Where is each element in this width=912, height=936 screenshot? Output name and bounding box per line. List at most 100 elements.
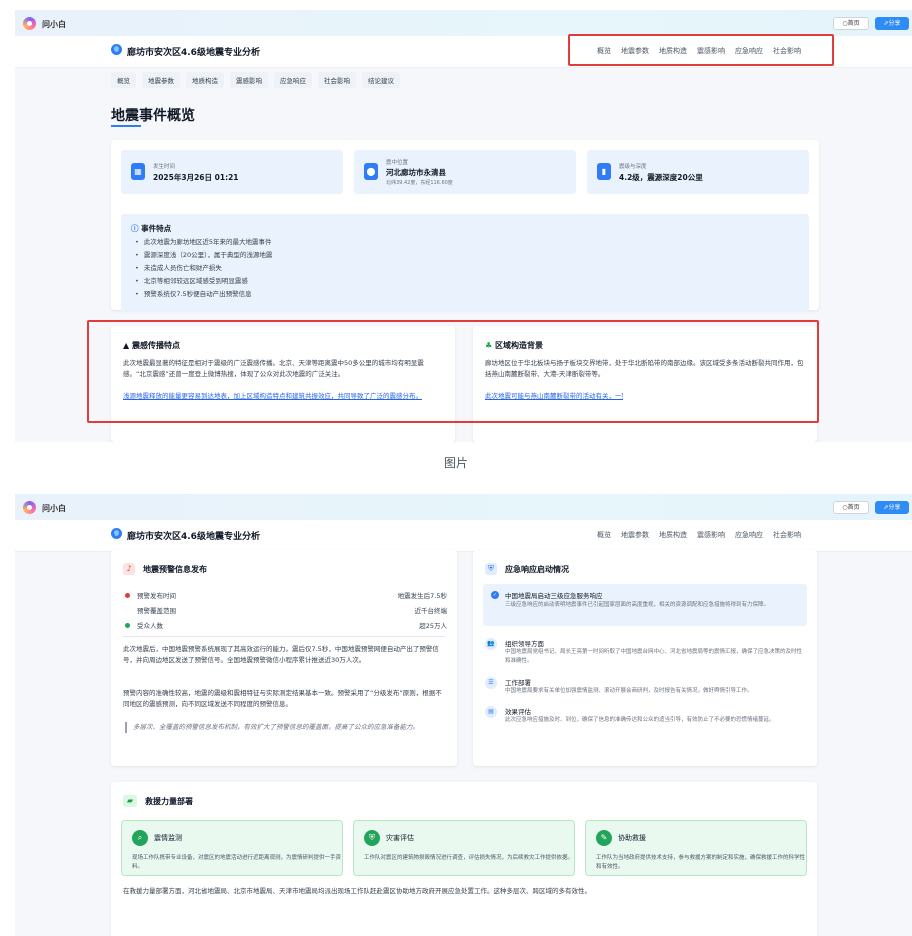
red-dot-icon [125, 593, 130, 598]
warning-para-2: 预警内容的准确性较高，地震的震级和震相特征与实际测定结果基本一致。预警采用了“分… [123, 689, 442, 708]
warning-quote: 多层次、全覆盖的预警信息发布机制，有效扩大了预警信息的覆盖面，提高了公众的应急准… [125, 722, 443, 733]
features-list: 此次地震为廊坊地区近5年来的最大地震事件 震源深度浅（20公里），属于典型的浅源… [135, 236, 273, 301]
highlight-annotation-nav [568, 34, 834, 66]
rescue-card-title: 协助救援 [618, 834, 646, 842]
subtab-social[interactable]: 社会影响 [318, 72, 356, 88]
item-text: 中国地震局党组书记、局长王亮第一时间听取了中国地震台网中心、河北省地震局等的震情… [505, 649, 803, 664]
map-pin-icon: ⬤ [364, 163, 378, 180]
row-value: 近千台终端 [414, 607, 448, 615]
app-name: 问小白 [42, 20, 66, 29]
rescue-card-title: 震情监测 [154, 834, 182, 842]
row-key: 预警发布时间 [137, 592, 176, 600]
warning-title: 地震预警信息发布 [143, 565, 207, 574]
rescue-card-assist: ✎ 协助救援 工作队为当地政府提供技术支持，参与救援方案的制定和实施，确保救援工… [585, 820, 807, 876]
subtab-geology[interactable]: 地质构造 [186, 72, 224, 88]
heading-underline [111, 125, 141, 127]
bell-icon: ♪ [123, 563, 135, 575]
stat-value: 2025年3月26日 01:21 [153, 173, 239, 182]
subtab-overview[interactable]: 概览 [111, 72, 136, 88]
rescue-card-monitoring: ⌕ 震情监测 现场工作队携带专业设备，对震区的地震活动进行近距离观测，为震情研判… [121, 820, 343, 876]
home-button[interactable]: ○首页 [833, 501, 869, 514]
subtab-parameters[interactable]: 地震参数 [142, 72, 180, 88]
rescue-title: 救援力量部署 [145, 797, 193, 806]
features-box: ⓘ 事件特点 此次地震为廊坊地区近5年来的最大地震事件 震源深度浅（20公里），… [121, 214, 809, 312]
subtab-impact[interactable]: 震感影响 [230, 72, 268, 88]
feature-item: 震源深度浅（20公里），属于典型的浅源地震 [135, 249, 273, 262]
emergency-highlight: ✓ 中国地震局启动三级应急服务响应 三级应急响应的启动表明地震事件已引起国家层面… [483, 584, 807, 626]
feature-item: 此次地震为廊坊地区近5年来的最大地震事件 [135, 236, 272, 249]
report-title: 廊坊市安次区4.6级地震专业分析 [127, 532, 260, 542]
subtab-conclusion[interactable]: 结论建议 [362, 72, 400, 88]
item-title: 工作部署 [505, 679, 531, 687]
rescue-card-text: 工作队为当地政府提供技术支持，参与救援方案的制定和实施，确保救援工作的科学性和有… [596, 855, 806, 870]
response-item-leadership: 👥 组织领导方面 中国地震局党组书记、局长王亮第一时间听取了中国地震台网中心、河… [485, 638, 809, 668]
nav-overview[interactable]: 概览 [597, 530, 611, 540]
row-key: 受众人数 [137, 622, 163, 630]
warning-para-1: 此次地震后，中国地震预警系统展现了其高效运行的能力。震后仅7.5秒，中国地震预警… [123, 645, 439, 664]
divider [123, 636, 445, 637]
share-button[interactable]: ⇗分享 [875, 17, 909, 30]
green-dot-icon [125, 623, 130, 628]
stat-value: 4.2级，震源深度20公里 [619, 173, 703, 182]
stat-coordinates: 北纬39.42度，东经116.60度 [386, 180, 453, 186]
top-nav: 概览 地震参数 地质构造 震感影响 应急响应 社会影响 [597, 530, 801, 540]
stat-label: 震中位置 [386, 160, 409, 166]
row-key: 预警覆盖范围 [137, 607, 176, 615]
report-header: 廊坊市安次区4.6级地震专业分析 概览 地震参数 地质构造 震感影响 应急响应 … [15, 520, 912, 552]
response-item-deployment: ☰ 工作部署 中国地震局要求有关单位加强震情监测、滚动开展会商研判，及时报告有关… [485, 677, 809, 699]
stat-location: ⬤ 震中位置 河北廊坊市永清县 北纬39.42度，东经116.60度 [354, 150, 576, 194]
warning-row-coverage: 预警覆盖范围 近千台终端 [125, 605, 447, 617]
nav-response[interactable]: 应急响应 [735, 530, 763, 540]
overview-card: ▦ 发生时间 2025年3月26日 01:21 ⬤ 震中位置 河北廊坊市永清县 … [111, 140, 819, 312]
emergency-card: ⛨ 应急响应启动情况 ✓ 中国地震局启动三级应急服务响应 三级应急响应的启动表明… [473, 550, 817, 766]
section-heading: 地震事件概览 [111, 108, 195, 124]
home-button[interactable]: ○首页 [833, 17, 869, 30]
rescue-card-title: 灾害评估 [386, 834, 414, 842]
app-bar: 问小白 ○首页 ⇗分享 [15, 494, 912, 520]
list-icon: ☰ [485, 677, 497, 689]
info-icon: ⓘ [131, 224, 139, 233]
warning-card: ♪ 地震预警信息发布 预警发布时间 地震发生后7.5秒 预警覆盖范围 近千台终端… [111, 550, 457, 766]
emergency-title: 应急响应启动情况 [505, 565, 569, 574]
highlight-text: 三级应急响应的启动表明地震事件已引起国家层面的高度重视，相关的资源调配和应急措施… [505, 602, 770, 608]
feature-item: 预警系统仅7.5秒便自动产出预警信息 [135, 288, 272, 301]
item-text: 此次应急响应措施及时、到位，确保了信息的准确传达和公众的适当引导，有效防止了不必… [505, 717, 775, 723]
truck-icon: ▰ [123, 795, 137, 807]
warning-row-audience: 受众人数 超25万人 [125, 620, 447, 632]
nav-parameters[interactable]: 地震参数 [621, 530, 649, 540]
stat-time: ▦ 发生时间 2025年3月26日 01:21 [121, 150, 343, 194]
nav-geology[interactable]: 地质构造 [659, 530, 687, 540]
people-icon: 👥 [485, 638, 497, 650]
response-item-evaluation: ▤ 效果评估 此次应急响应措施及时、到位，确保了信息的准确传达和公众的适当引导，… [485, 706, 809, 736]
sub-tabs: 概览 地震参数 地质构造 震感影响 应急响应 社会影响 结论建议 [111, 72, 400, 88]
app-bar: 问小白 ○首页 ⇗分享 [15, 10, 912, 36]
nav-social[interactable]: 社会影响 [773, 530, 801, 540]
app-name: 问小白 [42, 504, 66, 513]
highlight-title: 中国地震局启动三级应急服务响应 [505, 592, 603, 600]
clipboard-icon: ▤ [485, 706, 497, 718]
stat-label: 发生时间 [153, 164, 176, 170]
rescue-card-text: 现场工作队携带专业设备，对震区的地震活动进行近距离观测，为震情研判提供一手资料。 [132, 855, 342, 870]
shield-check-icon: ⛨ [364, 830, 380, 846]
screenshot-top: 问小白 ○首页 ⇗分享 廊坊市安次区4.6级地震专业分析 概览 地震参数 地质构… [15, 10, 912, 442]
screenshot-bottom: 问小白 ○首页 ⇗分享 廊坊市安次区4.6级地震专业分析 概览 地震参数 地质构… [15, 494, 912, 936]
rescue-card: ▰ 救援力量部署 ⌕ 震情监测 现场工作队携带专业设备，对震区的地震活动进行近距… [111, 782, 817, 936]
feature-item: 北京等相邻较远区域感受到明显震感 [135, 275, 272, 288]
image-caption: 图片 [443, 456, 468, 470]
search-icon: ⌕ [132, 830, 148, 846]
nav-impact[interactable]: 震感影响 [697, 530, 725, 540]
features-title: ⓘ 事件特点 [131, 223, 171, 234]
app-logo-icon[interactable] [23, 17, 36, 30]
row-value: 地震发生后7.5秒 [397, 592, 447, 600]
subtab-response[interactable]: 应急响应 [274, 72, 312, 88]
rescue-card-assessment: ⛨ 灾害评估 工作队对震区的建筑物损毁情况进行调查，评估损失情况，为后续救灾工作… [353, 820, 575, 876]
stat-label: 震级与深度 [619, 164, 647, 170]
feature-item: 未造成人员伤亡和财产损失 [135, 262, 272, 275]
app-logo-icon[interactable] [23, 501, 36, 514]
globe-icon [111, 44, 122, 55]
check-icon: ✓ [491, 591, 499, 599]
share-button[interactable]: ⇗分享 [875, 501, 909, 514]
item-title: 效果评估 [505, 708, 531, 716]
rescue-card-text: 工作队对震区的建筑物损毁情况进行调查，评估损失情况，为后续救灾工作提供依据。 [364, 855, 574, 861]
globe-icon [111, 528, 122, 539]
